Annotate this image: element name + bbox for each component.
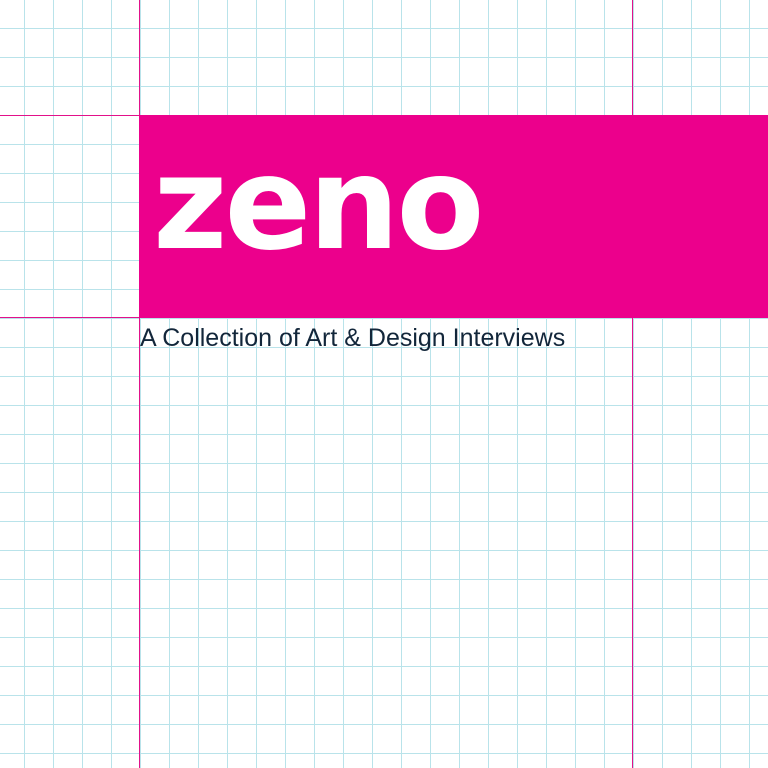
grid-paper-background: zeno A Collection of Art & Design Interv…: [0, 0, 768, 768]
logo-block: zeno: [139, 115, 768, 318]
brand-name: zeno: [153, 130, 484, 279]
horizontal-guide-line-top: [0, 115, 140, 116]
horizontal-guide-line-bottom: [0, 317, 140, 318]
tagline: A Collection of Art & Design Interviews: [140, 324, 566, 352]
